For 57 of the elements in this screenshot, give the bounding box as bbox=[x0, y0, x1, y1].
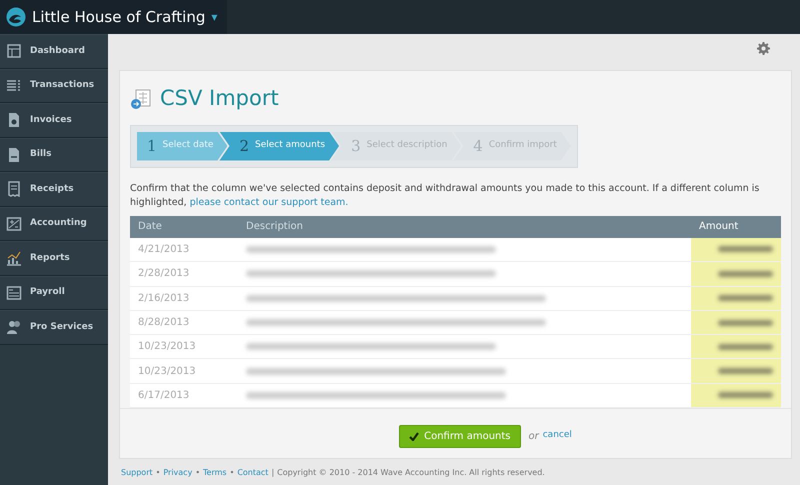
ledger-icon bbox=[6, 216, 22, 232]
date-cell: 10/23/2013 bbox=[130, 334, 238, 359]
date-cell: 2/16/2013 bbox=[130, 286, 238, 310]
footer-link[interactable]: Privacy bbox=[163, 467, 192, 480]
support-link[interactable]: please contact our support team. bbox=[190, 196, 348, 208]
date-cell: 4/21/2013 bbox=[130, 238, 238, 262]
document-icon bbox=[6, 146, 22, 163]
sidebar-item[interactable]: Dashboard bbox=[0, 34, 108, 68]
wizard-step[interactable]: 2 Select amounts bbox=[219, 132, 340, 160]
receipt-icon bbox=[6, 181, 22, 198]
list-icon bbox=[6, 78, 22, 94]
sidebar-item[interactable]: Accounting bbox=[0, 206, 108, 241]
separator-dot: • bbox=[230, 467, 234, 480]
chart-icon bbox=[6, 250, 22, 266]
redacted-amount bbox=[718, 368, 773, 374]
date-cell: 10/23/2013 bbox=[130, 358, 238, 384]
cancel-link[interactable]: cancel bbox=[542, 429, 572, 444]
redacted-amount bbox=[718, 392, 773, 398]
column-header: Description bbox=[238, 216, 691, 238]
date-cell: 8/28/2013 bbox=[130, 310, 238, 335]
business-name[interactable]: Little House of Crafting bbox=[32, 6, 206, 28]
sidebar-item[interactable]: Pro Services bbox=[0, 310, 108, 344]
redacted-amount bbox=[718, 320, 773, 326]
document-icon bbox=[6, 112, 22, 128]
date-cell: 6/17/2013 bbox=[130, 383, 238, 408]
date-cell: 2/28/2013 bbox=[130, 262, 238, 286]
dashboard-icon bbox=[6, 43, 22, 60]
sidebar-item[interactable]: Invoices bbox=[0, 103, 108, 138]
sidebar-item[interactable]: Receipts bbox=[0, 172, 108, 206]
redacted-amount bbox=[718, 295, 773, 302]
caret-icon[interactable]: ▾ bbox=[211, 8, 218, 26]
check-icon bbox=[409, 432, 420, 442]
id-card-icon bbox=[6, 284, 22, 301]
redacted-amount bbox=[718, 270, 773, 277]
sidebar-item[interactable]: Payroll bbox=[0, 276, 108, 310]
csv-file-icon bbox=[130, 88, 152, 110]
footer-link[interactable]: Support bbox=[121, 467, 153, 480]
logo-icon bbox=[6, 7, 26, 27]
settings-icon[interactable] bbox=[757, 42, 770, 55]
footer-link[interactable]: Terms bbox=[203, 467, 227, 480]
copyright-text: Copyright © 2010 - 2014 Wave Accounting Inc. All rights reserved. bbox=[277, 467, 545, 480]
separator-dot: • bbox=[156, 467, 160, 480]
separator-dot: • bbox=[195, 467, 200, 480]
column-header: Amount bbox=[691, 216, 781, 238]
wizard-step[interactable]: 1 Select date bbox=[137, 132, 228, 160]
divider-mark: | bbox=[271, 467, 274, 480]
redacted-amount bbox=[718, 344, 773, 350]
instructions-text: Confirm that the column we've selected contains deposit and withdrawal amounts you made to this account. If a different column is highlighted, please contact our support team. bbox=[130, 182, 760, 210]
sidebar-item[interactable]: Bills bbox=[0, 138, 108, 172]
sidebar-item[interactable]: Reports bbox=[0, 241, 108, 276]
footer-link[interactable]: Contact bbox=[237, 467, 268, 480]
redacted-amount bbox=[718, 246, 773, 252]
or-text: or bbox=[528, 430, 539, 444]
page-title: CSV Import bbox=[160, 85, 279, 112]
sidebar-item[interactable]: Transactions bbox=[0, 68, 108, 103]
column-header: Date bbox=[130, 216, 238, 238]
people-icon bbox=[6, 319, 22, 336]
